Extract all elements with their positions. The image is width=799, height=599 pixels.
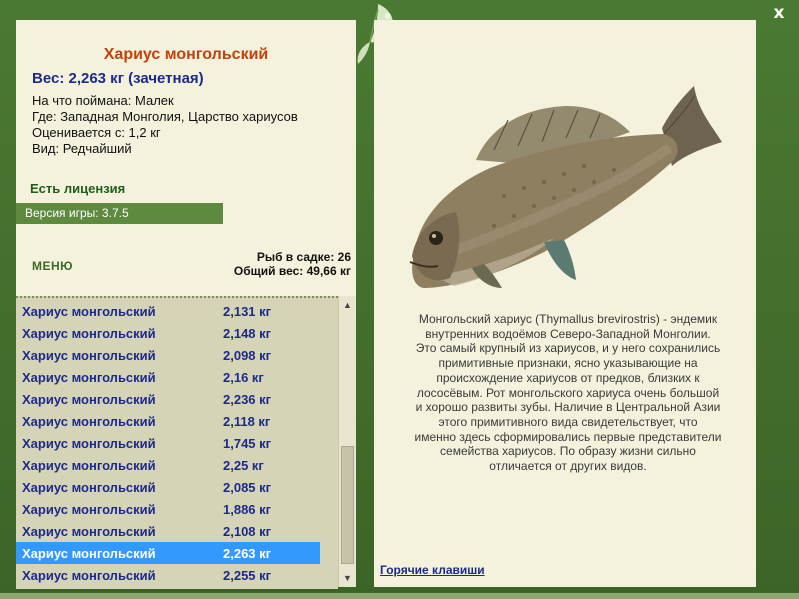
list-item[interactable]: Хариус монгольский 2,16 кг bbox=[16, 366, 338, 388]
list-item-name: Хариус монгольский bbox=[22, 326, 156, 341]
fish-info-window: x Хариус монгольский Вес: 2,263 кг (заче… bbox=[0, 0, 799, 599]
list-item-weight: 2,098 кг bbox=[223, 348, 272, 363]
description-line: этого примитивного вида свидетельствует,… bbox=[438, 414, 698, 429]
list-item[interactable]: Хариус монгольский 1,886 кг bbox=[16, 498, 338, 520]
list-item-weight: 2,16 кг bbox=[223, 370, 264, 385]
license-status: Есть лицензия bbox=[30, 181, 126, 196]
bait-info: На что поймана: Малек bbox=[32, 93, 174, 108]
arrow-up-icon[interactable]: ▲ bbox=[341, 299, 354, 311]
version-bar: Версия игры: 3.7.5 bbox=[16, 203, 223, 224]
list-item-name: Хариус монгольский bbox=[22, 414, 156, 429]
catch-list[interactable]: Хариус монгольский 2,131 кг Хариус монголь… bbox=[16, 296, 338, 589]
bottom-border bbox=[0, 593, 799, 599]
description-line: отличается от других видов. bbox=[489, 459, 647, 474]
list-item[interactable]: Хариус монгольский 2,118 кг bbox=[16, 410, 338, 432]
description-line: и хорошо развиты зубы. Наличие в Централ… bbox=[415, 400, 721, 415]
list-item-name: Хариус монгольский bbox=[22, 480, 156, 495]
list-item[interactable]: Хариус монгольский 1,745 кг bbox=[16, 432, 338, 454]
list-item-name: Хариус монгольский bbox=[22, 348, 156, 363]
list-item-weight: 1,886 кг bbox=[223, 502, 272, 517]
arrow-down-icon[interactable]: ▼ bbox=[341, 572, 354, 584]
list-item-weight: 1,745 кг bbox=[223, 436, 272, 451]
list-item[interactable]: Хариус монгольский 2,236 кг bbox=[16, 388, 338, 410]
description-line: именно здесь сформировались первые предс… bbox=[414, 429, 722, 444]
list-item[interactable]: Хариус монгольский 2,098 кг bbox=[16, 344, 338, 366]
list-item-weight: 2,085 кг bbox=[223, 480, 272, 495]
list-scrollbar[interactable]: ▲ ▼ bbox=[338, 296, 356, 587]
list-item[interactable]: Хариус монгольский 2,131 кг bbox=[16, 300, 338, 322]
fish-in-cage: Рыб в садке: 26 bbox=[256, 250, 351, 264]
list-item-weight: 2,131 кг bbox=[223, 304, 272, 319]
list-item[interactable]: Хариус монгольский 2,108 кг bbox=[16, 520, 338, 542]
fish-weight: Вес: 2,263 кг (зачетная) bbox=[32, 70, 204, 87]
list-item-name: Хариус монгольский bbox=[22, 568, 156, 583]
close-icon[interactable]: x bbox=[769, 3, 789, 23]
list-item[interactable]: Хариус монгольский 2,085 кг bbox=[16, 476, 338, 498]
description-line: лососёвым. Рот монгольского хариуса очен… bbox=[416, 385, 720, 400]
description-line: Это самый крупный из хариусов, и у него … bbox=[415, 341, 721, 356]
list-item-name: Хариус монгольский bbox=[22, 458, 156, 473]
grayling-fish-image bbox=[409, 86, 722, 288]
description-line: семейства хариусов. По образу жизни силь… bbox=[440, 444, 696, 459]
fish-details-panel: Хариус монгольский Вес: 2,263 кг (зачетн… bbox=[16, 20, 356, 589]
cage-stats: Рыб в садке: 26 Общий вес: 49,66 кг bbox=[234, 250, 351, 278]
list-item-name: Хариус монгольский bbox=[22, 524, 156, 539]
list-item-weight: 2,255 кг bbox=[223, 568, 272, 583]
list-item-name: Хариус монгольский bbox=[22, 502, 156, 517]
list-item[interactable]: Хариус монгольский 2,255 кг bbox=[16, 564, 338, 586]
list-item-weight: 2,118 кг bbox=[223, 414, 271, 429]
hotkeys-link[interactable]: Горячие клавиши bbox=[380, 563, 485, 577]
list-item-name: Хариус монгольский bbox=[22, 392, 156, 407]
rating-info: Оценивается с: 1,2 кг bbox=[32, 125, 161, 140]
list-item-weight: 2,25 кг bbox=[223, 458, 264, 473]
list-item-name: Хариус монгольский bbox=[22, 304, 156, 319]
scroll-thumb[interactable] bbox=[341, 446, 354, 564]
description-line: примитивные признаки, ясно указывающие н… bbox=[438, 356, 698, 371]
rarity-info: Вид: Редчайший bbox=[32, 141, 132, 156]
list-item[interactable]: Хариус монгольский 2,148 кг bbox=[16, 322, 338, 344]
fish-description: Монгольский хариус (Thymallus brevirostr… bbox=[383, 312, 753, 474]
list-item-weight: 2,263 кг bbox=[223, 546, 272, 561]
location-info: Где: Западная Монголия, Царство хариусов bbox=[32, 109, 298, 124]
list-item-weight: 2,108 кг bbox=[223, 524, 272, 539]
description-line: Монгольский хариус (Thymallus brevirostr… bbox=[418, 312, 718, 326]
menu-button[interactable]: МЕНЮ bbox=[32, 259, 73, 273]
list-item[interactable]: Хариус монгольский 2,263 кг bbox=[16, 542, 320, 564]
list-item-weight: 2,236 кг bbox=[223, 392, 272, 407]
total-weight: Общий вес: 49,66 кг bbox=[233, 264, 351, 278]
list-item-name: Хариус монгольский bbox=[22, 436, 156, 451]
fish-description-panel: Монгольский хариус (Thymallus brevirostr… bbox=[374, 20, 756, 587]
description-line: внутренних водоёмов Северо-Западной Монг… bbox=[425, 326, 711, 341]
description-line: происхождение хариусов от предков, близк… bbox=[436, 370, 700, 385]
list-item-name: Хариус монгольский bbox=[22, 370, 156, 385]
list-item[interactable]: Хариус монгольский 2,25 кг bbox=[16, 454, 338, 476]
fish-title: Хариус монгольский bbox=[103, 46, 269, 63]
list-item-weight: 2,148 кг bbox=[223, 326, 272, 341]
list-item-name: Хариус монгольский bbox=[22, 546, 156, 561]
